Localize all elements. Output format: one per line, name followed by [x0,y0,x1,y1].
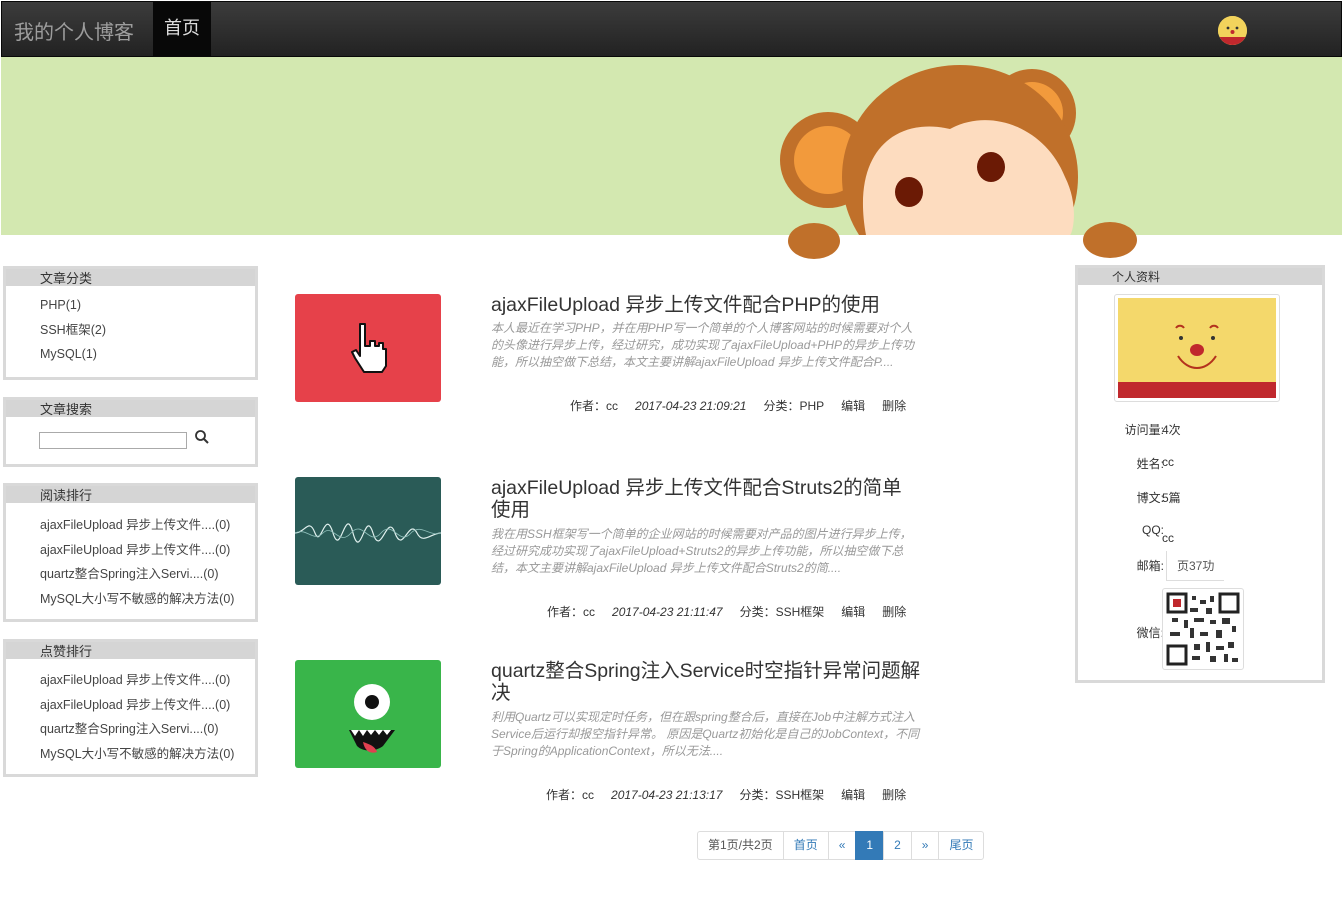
read-rank-item[interactable]: ajaxFileUpload 异步上传文件....(0) [40,538,255,563]
article-thumbnail[interactable] [295,660,441,768]
navbar: 我的个人博客 首页 [1,1,1342,57]
read-rank-title: 阅读排行 [6,486,255,503]
category-item-ssh[interactable]: SSH框架(2) [40,318,255,343]
like-rank-item[interactable]: MySQL大小写不敏感的解决方法(0) [40,742,255,767]
next-page-link[interactable]: » [910,831,940,860]
category-title: 文章分类 [6,269,255,286]
read-rank-item[interactable]: ajaxFileUpload 异步上传文件....(0) [40,513,255,538]
first-page-link[interactable]: 首页 [782,831,829,860]
posts-value: 5篇 [1162,491,1181,505]
article-author: 作者：cc [547,605,596,619]
page-1-link[interactable]: 1 [855,831,885,860]
delete-link[interactable]: 删除 [882,399,906,413]
article-meta: 作者：cc 2017-04-23 21:13:17 分类：SSH框架 编辑 删除 [546,786,906,803]
page-2-link[interactable]: 2 [883,831,912,860]
search-input[interactable] [39,432,187,449]
article-summary: 我在用SSH框架写一个简单的企业网站的时候需要对产品的图片进行异步上传，经过研究… [491,527,912,575]
name-label: 姓名: [1136,457,1164,471]
category-item-mysql[interactable]: MySQL(1) [40,342,255,367]
search-icon[interactable] [194,429,210,445]
qq-value: cc [1162,531,1174,545]
email-label: 邮箱: [1136,559,1164,573]
article-title[interactable]: ajaxFileUpload 异步上传文件配合PHP的使用 [491,294,921,316]
read-rank-panel: 阅读排行 ajaxFileUpload 异步上传文件....(0) ajaxFi… [3,483,258,622]
brand-link[interactable]: 我的个人博客 [14,16,134,45]
visits-value: 4次 [1162,423,1181,437]
like-rank-item[interactable]: quartz整合Spring注入Servi....(0) [40,717,255,742]
search-title: 文章搜索 [6,400,255,417]
wechat-label: 微信: [1136,626,1164,640]
delete-link[interactable]: 删除 [882,788,906,802]
category-item-php[interactable]: PHP(1) [40,293,255,318]
page-info: 第1页/共2页 [697,831,784,860]
read-rank-item[interactable]: quartz整合Spring注入Servi....(0) [40,562,255,587]
article-author: 作者：cc [546,788,595,802]
like-rank-item[interactable]: ajaxFileUpload 异步上传文件....(0) [40,668,255,693]
article-item: quartz整合Spring注入Service时空指针异常问题解决 利用Quar… [295,660,925,805]
edit-link[interactable]: 编辑 [841,605,865,619]
pointer-hand-icon [351,323,387,373]
delete-link[interactable]: 删除 [882,605,906,619]
article-category[interactable]: 分类：PHP [763,399,824,413]
posts-label: 博文: [1136,491,1164,505]
user-avatar[interactable] [1218,16,1247,45]
article-summary: 本人最近在学习PHP，并在用PHP写一个简单的个人博客网站的时候需要对个人的头像… [491,321,915,369]
prev-page-link[interactable]: « [827,831,857,860]
article-category[interactable]: 分类：SSH框架 [740,605,825,619]
article-meta: 作者：cc 2017-04-23 21:11:47 分类：SSH框架 编辑 删除 [547,603,906,620]
article-summary: 利用Quartz可以实现定时任务，但在跟spring整合后，直接在Job中注解方… [491,710,920,758]
article-date: 2017-04-23 21:09:21 [635,399,747,413]
pagination: 第1页/共2页 首页 « 1 2 » 尾页 [697,831,985,860]
pooh-avatar-image [1118,298,1276,398]
qr-code-image [1166,592,1240,666]
profile-panel: 个人资料 访问量: 4次 姓名: cc 博文: 5篇 QQ: cc 邮箱: 页3… [1075,265,1325,683]
article-date: 2017-04-23 21:13:17 [611,788,723,802]
article-item: ajaxFileUpload 异步上传文件配合Struts2的简单使用 我在用S… [295,477,925,622]
like-rank-title: 点赞排行 [6,642,255,659]
article-title[interactable]: quartz整合Spring注入Service时空指针异常问题解决 [491,660,921,704]
waveform-icon [295,523,441,543]
profile-title: 个人资料 [1078,268,1322,285]
monkey-illustration [780,65,1160,267]
qq-label: QQ: [1141,523,1164,537]
edit-link[interactable]: 编辑 [841,788,865,802]
category-panel: 文章分类 PHP(1) SSH框架(2) MySQL(1) [3,266,258,380]
article-thumbnail[interactable] [295,294,441,402]
avatar-image [1218,16,1247,45]
name-value: cc [1162,455,1174,469]
article-thumbnail[interactable] [295,477,441,585]
profile-image [1114,294,1280,402]
like-rank-item[interactable]: ajaxFileUpload 异步上传文件....(0) [40,693,255,718]
visits-label: 访问量: [1124,423,1164,437]
email-value: 页37功 [1166,551,1225,581]
edit-link[interactable]: 编辑 [841,399,865,413]
article-item: ajaxFileUpload 异步上传文件配合PHP的使用 本人最近在学习PHP… [295,294,925,419]
article-category[interactable]: 分类：SSH框架 [739,788,824,802]
wechat-qr-code [1162,588,1244,670]
search-panel: 文章搜索 [3,397,258,467]
last-page-link[interactable]: 尾页 [938,831,985,860]
article-meta: 作者：cc 2017-04-23 21:09:21 分类：PHP 编辑 删除 [570,397,906,414]
article-author: 作者：cc [570,399,619,413]
nav-home-link[interactable]: 首页 [153,2,211,57]
article-title[interactable]: ajaxFileUpload 异步上传文件配合Struts2的简单使用 [491,477,921,521]
article-date: 2017-04-23 21:11:47 [612,605,723,619]
monster-icon [349,684,395,753]
read-rank-item[interactable]: MySQL大小写不敏感的解决方法(0) [40,587,255,612]
like-rank-panel: 点赞排行 ajaxFileUpload 异步上传文件....(0) ajaxFi… [3,639,258,777]
